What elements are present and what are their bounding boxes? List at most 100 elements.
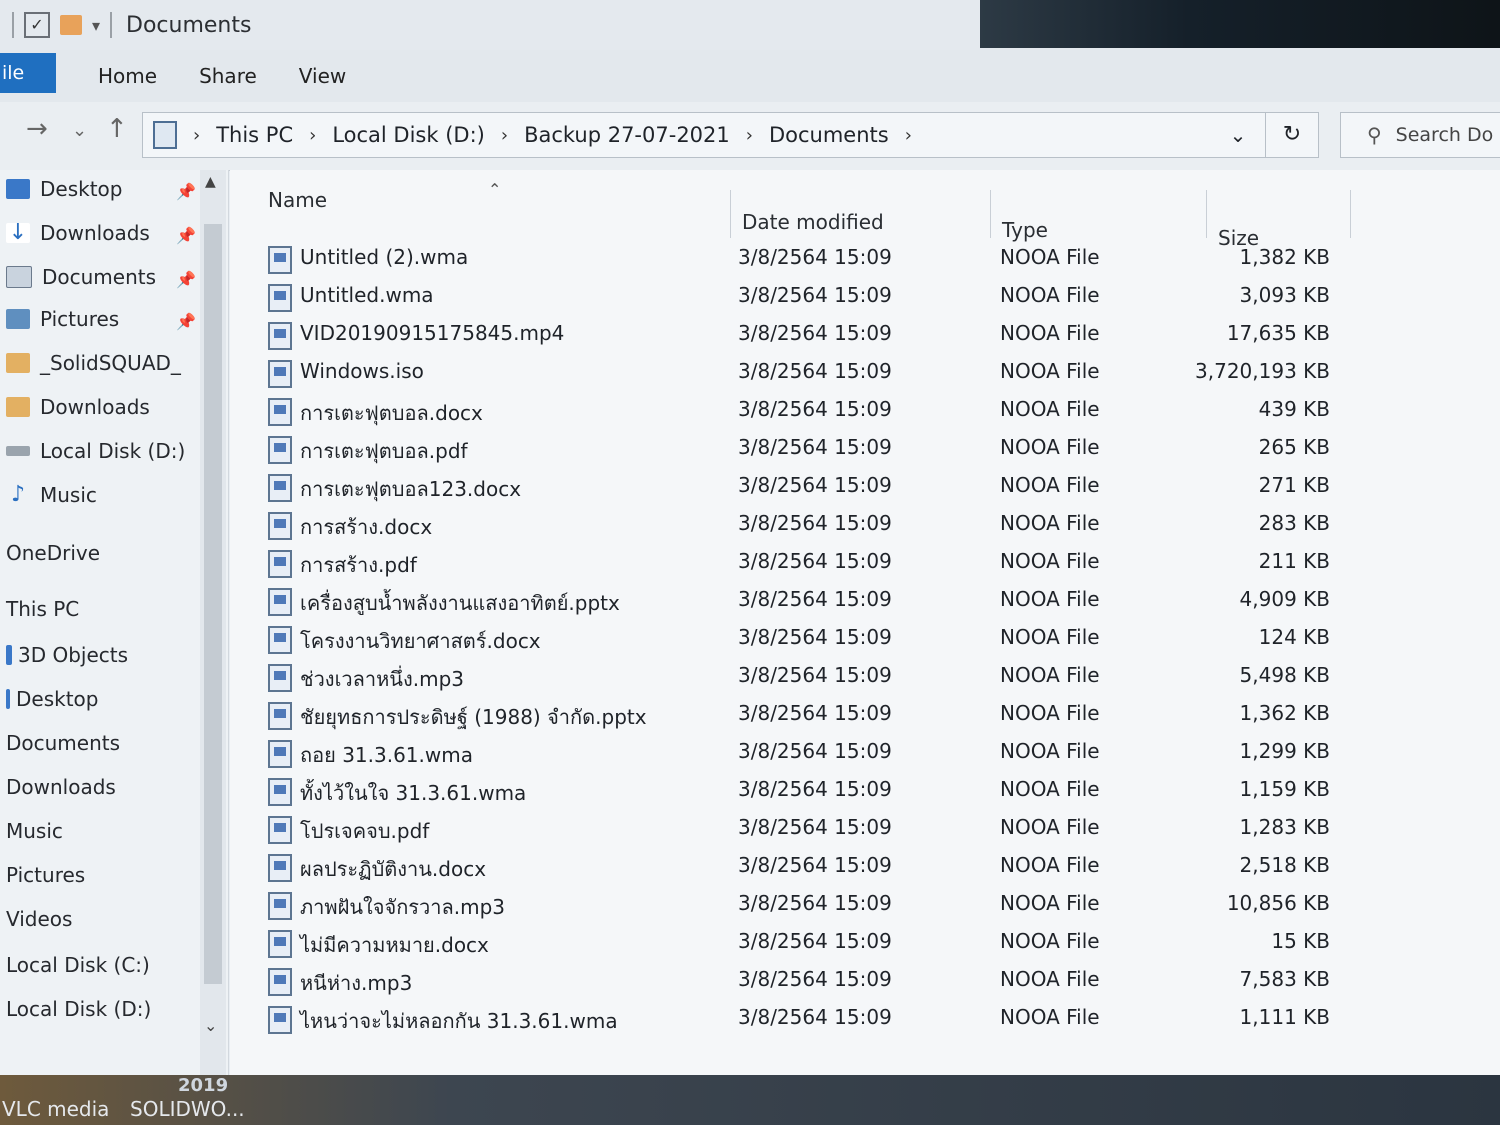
file-size: 1,299 KB (1239, 739, 1330, 763)
customize-toolbar-dropdown-icon[interactable]: ▾ (92, 16, 100, 35)
file-icon (268, 740, 292, 768)
taskbar-badge: 2019 (178, 1075, 229, 1096)
table-row[interactable]: ช่วงเวลาหนึ่ง.mp3 3/8/2564 15:09 NOOA File… (230, 658, 1430, 696)
table-row[interactable]: Windows.iso 3/8/2564 15:09 NOOA File 3,720,… (230, 354, 1430, 392)
tab-home[interactable]: Home (98, 64, 157, 88)
sidebar-item-desktop[interactable]: Desktop (6, 684, 98, 714)
table-row[interactable]: ชัยยุทธการประดิษฐ์ (1988) จำกัด.pptx 3/8/… (230, 696, 1430, 734)
forward-arrow-icon[interactable]: → (26, 114, 48, 144)
properties-icon[interactable]: ✓ (24, 12, 50, 38)
sidebar-item-solidsquad[interactable]: _SolidSQUAD_ (6, 348, 181, 378)
file-name: ผลประฏิบัติงาน.docx (300, 857, 487, 881)
scroll-down-chevron-icon[interactable]: ⌄ (204, 1016, 217, 1035)
file-type: NOOA File (1000, 245, 1100, 269)
tab-file[interactable]: ile (0, 53, 56, 93)
column-divider[interactable] (730, 190, 731, 238)
table-row[interactable]: ผลประฏิบัติงาน.docx 3/8/2564 15:09 NOOA Fi… (230, 848, 1430, 886)
pin-icon[interactable]: 📌 (176, 226, 196, 245)
recent-locations-chevron-icon[interactable]: ⌄ (72, 120, 87, 141)
table-row[interactable]: เครื่องสูบน้ำพลังงานแสงอาทิตย์.pptx 3/8/2… (230, 582, 1430, 620)
sidebar-item-music-quick[interactable]: ♪ Music (6, 480, 97, 510)
file-date-modified: 3/8/2564 15:09 (738, 587, 892, 611)
sidebar-item-local-disk-c[interactable]: Local Disk (C:) (6, 950, 150, 980)
breadcrumb-separator-icon[interactable]: › (905, 125, 912, 146)
scrollbar-thumb[interactable] (204, 224, 222, 984)
table-row[interactable]: การเตะฟุตบอล123.docx 3/8/2564 15:09 NOOA F… (230, 468, 1430, 506)
desktop-icon (6, 689, 10, 709)
breadcrumb-separator-icon[interactable]: › (746, 125, 753, 146)
pin-icon[interactable]: 📌 (176, 312, 196, 331)
sidebar-item-desktop-quick[interactable]: Desktop (6, 174, 122, 204)
table-row[interactable]: การสร้าง.docx 3/8/2564 15:09 NOOA File 283 … (230, 506, 1430, 544)
taskbar-app-solidworks[interactable]: SOLIDWO... (130, 1097, 245, 1121)
sidebar-item-music[interactable]: Music (6, 816, 63, 846)
sidebar-item-documents-quick[interactable]: Documents (6, 262, 156, 292)
table-row[interactable]: การเตะฟุตบอล.pdf 3/8/2564 15:09 NOOA File 2… (230, 430, 1430, 468)
file-date-modified: 3/8/2564 15:09 (738, 321, 892, 345)
column-header-type[interactable]: Type (1002, 218, 1048, 242)
pin-icon[interactable]: 📌 (176, 270, 196, 289)
table-row[interactable]: ภาพฝันใจจักรวาล.mp3 3/8/2564 15:09 NOOA Fi… (230, 886, 1430, 924)
file-date-modified: 3/8/2564 15:09 (738, 663, 892, 687)
sidebar-item-pictures-quick[interactable]: Pictures (6, 304, 119, 334)
breadcrumb-separator-icon[interactable]: › (193, 125, 200, 146)
file-icon (268, 588, 292, 616)
sidebar-item-videos[interactable]: Videos (6, 904, 72, 934)
scroll-up-arrow-icon[interactable]: ▲ (205, 174, 216, 190)
table-row[interactable]: Untitled.wma 3/8/2564 15:09 NOOA File 3,093… (230, 278, 1430, 316)
pin-icon[interactable]: 📌 (176, 182, 196, 201)
breadcrumb-backup[interactable]: Backup 27-07-2021 (524, 123, 730, 147)
file-size: 10,856 KB (1226, 891, 1330, 915)
tab-view[interactable]: View (299, 64, 346, 88)
breadcrumb-documents[interactable]: Documents (769, 123, 889, 147)
sidebar-item-local-disk-d-quick[interactable]: Local Disk (D:) (6, 436, 185, 466)
column-divider[interactable] (1206, 190, 1207, 238)
taskbar-app-vlc[interactable]: VLC media (2, 1097, 109, 1121)
new-folder-icon[interactable] (60, 15, 82, 35)
sidebar-item-local-disk-d[interactable]: Local Disk (D:) (6, 994, 151, 1024)
search-input[interactable]: ⚲ Search Do (1340, 112, 1500, 158)
sidebar-item-label: Pictures (6, 863, 86, 887)
breadcrumb-separator-icon[interactable]: › (309, 125, 316, 146)
sidebar-item-downloads-folder[interactable]: Downloads (6, 392, 150, 422)
table-row[interactable]: การสร้าง.pdf 3/8/2564 15:09 NOOA File 211 K… (230, 544, 1430, 582)
file-icon (268, 550, 292, 578)
folder-icon (6, 397, 30, 417)
file-type: NOOA File (1000, 587, 1100, 611)
sidebar-item-documents[interactable]: Documents (6, 728, 120, 758)
sidebar-item-onedrive[interactable]: OneDrive (6, 538, 100, 568)
sidebar-scrollbar[interactable]: ▲ ⌄ (200, 170, 226, 1075)
up-arrow-icon[interactable]: ↑ (106, 114, 128, 144)
sidebar-item-downloads-quick[interactable]: ↓ Downloads (6, 218, 150, 248)
file-type: NOOA File (1000, 815, 1100, 839)
table-row[interactable]: VID20190915175845.mp4 3/8/2564 15:09 NOOA … (230, 316, 1430, 354)
file-type: NOOA File (1000, 739, 1100, 763)
refresh-icon[interactable]: ↻ (1265, 113, 1318, 157)
sidebar-item-3d-objects[interactable]: 3D Objects (6, 640, 128, 670)
table-row[interactable]: ไม่มีความหมาย.docx 3/8/2564 15:09 NOOA Fil… (230, 924, 1430, 962)
table-row[interactable]: Untitled (2).wma 3/8/2564 15:09 NOOA File 1… (230, 240, 1430, 278)
table-row[interactable]: การเตะฟุตบอล.docx 3/8/2564 15:09 NOOA File… (230, 392, 1430, 430)
table-row[interactable]: โครงงานวิทยาศาสตร์.docx 3/8/2564 15:09 NOO… (230, 620, 1430, 658)
sidebar-item-this-pc[interactable]: This PC (6, 594, 79, 624)
column-divider[interactable] (990, 190, 991, 238)
table-row[interactable]: ทั้งไว้ในใจ 31.3.61.wma 3/8/2564 15:09 NOO… (230, 772, 1430, 810)
breadcrumb-local-disk-d[interactable]: Local Disk (D:) (332, 123, 485, 147)
table-row[interactable]: ถอย 31.3.61.wma 3/8/2564 15:09 NOOA File 1,… (230, 734, 1430, 772)
tab-share[interactable]: Share (199, 64, 257, 88)
address-history-chevron-icon[interactable]: ⌄ (1211, 123, 1265, 147)
table-row[interactable]: โปรเจคจบ.pdf 3/8/2564 15:09 NOOA File 1,283… (230, 810, 1430, 848)
sidebar-item-downloads[interactable]: Downloads (6, 772, 116, 802)
column-header-date-modified[interactable]: Date modified (742, 210, 884, 234)
sidebar-item-pictures[interactable]: Pictures (6, 860, 85, 890)
file-type: NOOA File (1000, 435, 1100, 459)
address-bar[interactable]: › This PC › Local Disk (D:) › Backup 27-… (142, 112, 1319, 158)
breadcrumb-separator-icon[interactable]: › (501, 125, 508, 146)
breadcrumb-this-pc[interactable]: This PC (216, 123, 293, 147)
column-divider[interactable] (1350, 190, 1351, 238)
table-row[interactable]: หนีห่าง.mp3 3/8/2564 15:09 NOOA File 7,583 … (230, 962, 1430, 1000)
table-row[interactable]: ไหนว่าจะไม่หลอกกัน 31.3.61.wma 3/8/2564 1… (230, 1000, 1430, 1038)
file-icon (268, 284, 292, 312)
file-icon (268, 1006, 292, 1034)
column-header-name[interactable]: Name (268, 188, 327, 212)
